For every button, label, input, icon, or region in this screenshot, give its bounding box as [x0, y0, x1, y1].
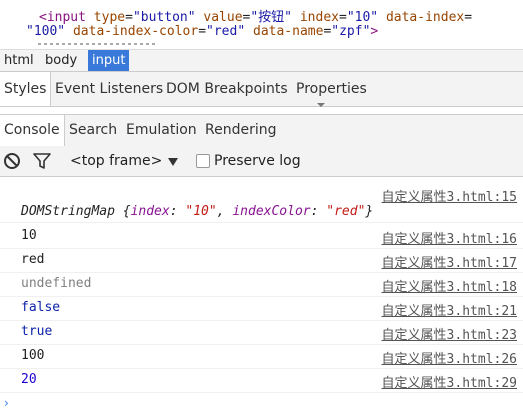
splitter-handle-icon[interactable]: [317, 103, 325, 107]
separator: :: [169, 204, 186, 219]
brace-open: {: [114, 204, 131, 219]
sidebar-tabs: Styles Event Listeners DOM Breakpoints P…: [0, 72, 523, 107]
message-text: 20: [21, 372, 37, 387]
preserve-log-checkbox[interactable]: [196, 154, 210, 168]
clear-console-icon[interactable]: [3, 152, 21, 170]
breadcrumb-input[interactable]: input: [88, 50, 130, 71]
breadcrumb: html body input: [0, 49, 523, 72]
filter-icon[interactable]: [33, 152, 51, 170]
console-toolbar: <top frame> Preserve log: [0, 146, 523, 177]
attr-value: "red": [206, 24, 246, 39]
source-link[interactable]: 自定义属性3.html:29: [382, 372, 517, 391]
source-link[interactable]: 自定义属性3.html:15: [382, 186, 517, 205]
property-key: indexColor: [232, 204, 311, 219]
frame-selector[interactable]: <top frame>: [70, 146, 162, 176]
message-text: 100: [21, 348, 45, 363]
attr-value: "100": [26, 24, 66, 39]
clipped-line-divider: [38, 43, 158, 45]
property-value: "red": [326, 204, 366, 219]
console-message: 100 自定义属性3.html:26: [0, 344, 523, 369]
source-link[interactable]: 自定义属性3.html:26: [382, 348, 517, 367]
object-preview[interactable]: DOMStringMap {index: "10", indexColor: "…: [21, 204, 373, 219]
attr-value: "按钮": [250, 10, 293, 25]
source-link[interactable]: 自定义属性3.html:21: [382, 300, 517, 319]
preserve-log-label[interactable]: Preserve log: [214, 146, 301, 176]
brace-close: }: [365, 204, 374, 219]
tag-close: >: [370, 24, 379, 39]
attr-name: data-index: [385, 10, 465, 25]
message-text: 10: [21, 228, 37, 243]
tab-console[interactable]: Console: [0, 115, 65, 146]
breadcrumb-html[interactable]: html: [0, 50, 38, 71]
console-message: 10 自定义属性3.html:16: [0, 224, 523, 249]
tag-open: <input: [39, 10, 86, 25]
console-message: true 自定义属性3.html:23: [0, 320, 523, 345]
console-message: undefined 自定义属性3.html:18: [0, 272, 523, 297]
tab-emulation[interactable]: Emulation: [122, 115, 201, 146]
attr-name: type: [93, 10, 126, 25]
attr-value: "10": [346, 10, 379, 25]
source-link[interactable]: 自定义属性3.html:17: [382, 252, 517, 271]
separator: ,: [216, 204, 233, 219]
console-message: 自定义属性3.html:15 DOMStringMap {index: "10"…: [0, 182, 523, 223]
console-prompt-icon[interactable]: ›: [4, 396, 9, 410]
chevron-down-icon[interactable]: [168, 158, 178, 166]
attr-value: "button": [132, 10, 196, 25]
source-line-2[interactable]: "100" data-index-color="red" data-name="…: [26, 24, 378, 39]
message-text: false: [21, 300, 61, 315]
property-key: index: [130, 204, 170, 219]
tab-properties[interactable]: Properties: [292, 72, 371, 106]
tab-rendering[interactable]: Rendering: [201, 115, 281, 146]
equals-sign: =: [464, 10, 473, 25]
tab-dom-breakpoints[interactable]: DOM Breakpoints: [162, 72, 292, 106]
console-message: red 自定义属性3.html:17: [0, 248, 523, 273]
message-text: undefined: [21, 276, 92, 291]
tab-styles[interactable]: Styles: [0, 72, 52, 106]
source-link[interactable]: 自定义属性3.html:18: [382, 276, 517, 295]
separator: :: [310, 204, 327, 219]
property-value: "10": [185, 204, 217, 219]
console-messages: 自定义属性3.html:15 DOMStringMap {index: "10"…: [0, 177, 523, 410]
tab-event-listeners[interactable]: Event Listeners: [51, 72, 167, 106]
elements-source-snippet: <input type="button" value="按钮" index="1…: [0, 0, 523, 47]
message-text: true: [21, 324, 53, 339]
drawer-tabs: Console Search Emulation Rendering: [0, 114, 523, 147]
attr-name: data-name: [253, 24, 324, 39]
attr-name: value: [203, 10, 243, 25]
tab-search[interactable]: Search: [65, 115, 121, 146]
attr-name: data-index-color: [72, 24, 199, 39]
attr-value: "zpf": [331, 24, 371, 39]
breadcrumb-body[interactable]: body: [41, 50, 81, 71]
console-message: false 自定义属性3.html:21: [0, 296, 523, 321]
object-name: DOMStringMap: [21, 204, 115, 219]
source-link[interactable]: 自定义属性3.html:16: [382, 228, 517, 247]
source-link[interactable]: 自定义属性3.html:23: [382, 324, 517, 343]
attr-name: index: [299, 10, 339, 25]
console-message: 20 自定义属性3.html:29: [0, 368, 523, 393]
message-text: red: [21, 252, 45, 267]
source-line-1[interactable]: <input type="button" value="按钮" index="1…: [39, 6, 472, 25]
